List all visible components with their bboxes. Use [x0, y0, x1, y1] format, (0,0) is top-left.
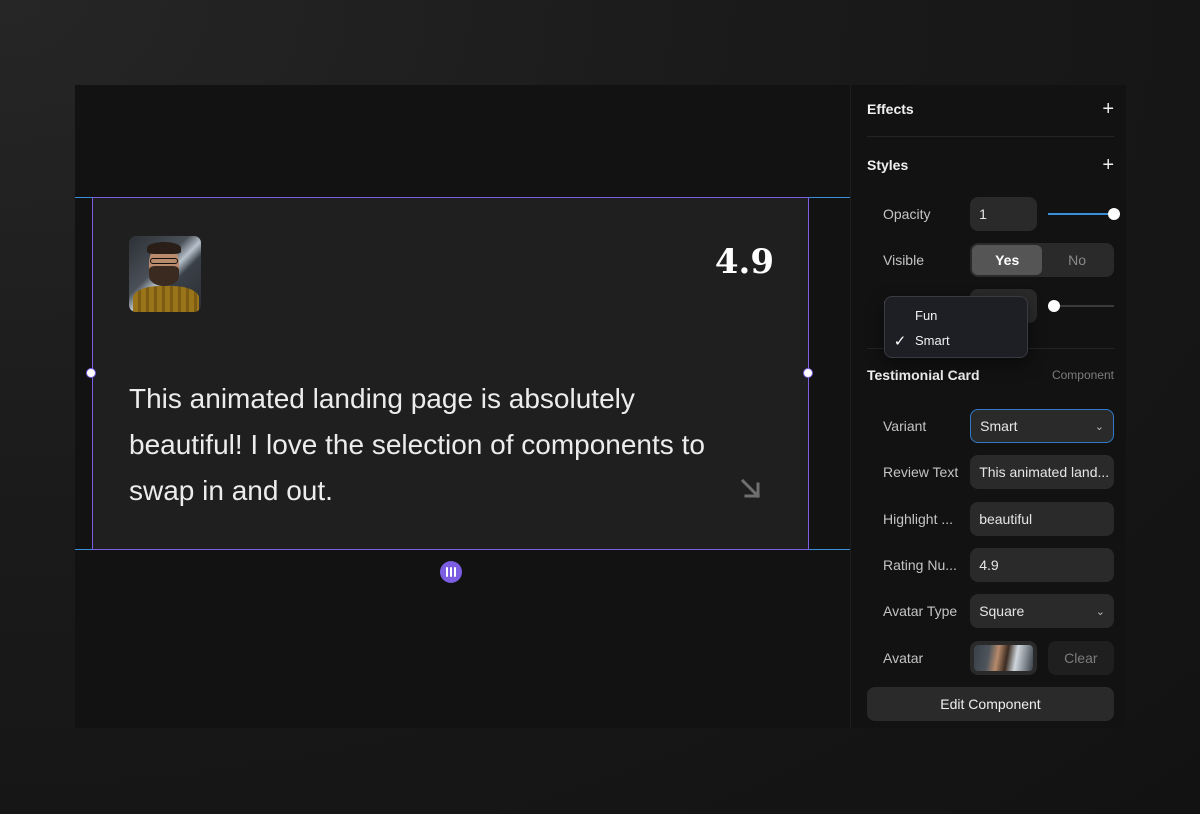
highlight-row: Highlight ... beautiful — [883, 502, 1114, 536]
visible-label: Visible — [883, 252, 924, 268]
checkmark-icon: ✓ — [893, 332, 907, 350]
avatar-type-row: Avatar Type Square ⌄ — [883, 594, 1114, 628]
resize-handle-left[interactable] — [86, 368, 96, 378]
avatar-hair — [147, 242, 181, 254]
effects-section-header: Effects + — [867, 99, 1114, 119]
add-effect-icon[interactable]: + — [1102, 99, 1114, 119]
component-section-header: Testimonial Card Component — [867, 367, 1114, 383]
avatar-type-value: Square — [979, 603, 1025, 619]
opacity-slider[interactable] — [1047, 207, 1120, 221]
rotation-slider[interactable] — [1047, 299, 1114, 313]
avatar-type-label: Avatar Type — [883, 603, 958, 619]
avatar-glasses — [150, 258, 178, 264]
variant-value: Smart — [980, 418, 1018, 434]
avatar-thumbnail[interactable] — [970, 641, 1037, 675]
effects-title: Effects — [867, 101, 914, 117]
grip-bar — [454, 567, 456, 577]
resize-handle-right[interactable] — [803, 368, 813, 378]
styles-title: Styles — [867, 157, 909, 173]
opacity-row: Opacity 1 — [883, 197, 1120, 231]
drag-handle[interactable] — [440, 561, 462, 583]
arrow-down-right-icon — [740, 478, 761, 499]
variant-label: Variant — [883, 418, 927, 434]
slider-thumb[interactable] — [1108, 208, 1120, 220]
variant-dropdown-menu: Fun ✓ Smart — [884, 296, 1028, 358]
grip-bar — [446, 567, 448, 577]
visible-row: Visible Yes No — [883, 243, 1114, 277]
avatar-shirt — [133, 286, 199, 312]
visible-toggle[interactable]: Yes No — [970, 243, 1114, 277]
variant-row: Variant Smart ⌄ — [883, 409, 1114, 443]
review-text-row: Review Text This animated land... — [883, 455, 1114, 489]
review-text-input[interactable]: This animated land... — [970, 455, 1114, 489]
slider-fill — [1047, 213, 1114, 215]
design-canvas[interactable]: 4.9 This animated landing page is absolu… — [75, 85, 850, 728]
avatar — [129, 236, 201, 312]
opacity-input[interactable]: 1 — [970, 197, 1037, 231]
divider — [867, 136, 1114, 137]
variant-option-label: Fun — [915, 308, 938, 323]
rating-number-row: Rating Nu... 4.9 — [883, 548, 1114, 582]
highlight-input[interactable]: beautiful — [970, 502, 1114, 536]
properties-panel: Effects + Styles + Opacity 1 Visible Yes… — [850, 85, 1126, 728]
avatar-row: Avatar Clear — [883, 641, 1114, 675]
avatar-thumbnail-image — [974, 645, 1033, 671]
variant-option-label: Smart — [915, 333, 950, 348]
slider-thumb[interactable] — [1047, 300, 1060, 312]
grip-bar — [450, 567, 452, 577]
component-tag: Component — [1051, 368, 1114, 382]
review-text: This animated landing page is absolutely… — [129, 383, 705, 506]
visible-no-option[interactable]: No — [1042, 245, 1112, 275]
rating-number-label: Rating Nu... — [883, 557, 957, 573]
rating-number-input[interactable]: 4.9 — [970, 548, 1114, 582]
highlight-label: Highlight ... — [883, 511, 954, 527]
styles-section-header: Styles + — [867, 155, 1114, 175]
variant-option-fun[interactable]: Fun — [885, 303, 1027, 328]
chevron-down-icon: ⌄ — [1095, 605, 1105, 618]
visible-yes-option[interactable]: Yes — [972, 245, 1043, 275]
opacity-label: Opacity — [883, 206, 931, 222]
clear-avatar-button[interactable]: Clear — [1047, 641, 1114, 675]
variant-select[interactable]: Smart ⌄ — [970, 409, 1114, 443]
chevron-down-icon: ⌄ — [1094, 420, 1104, 433]
avatar-label: Avatar — [883, 650, 924, 666]
editor-frame: 4.9 This animated landing page is absolu… — [75, 85, 1126, 728]
rating-number: 4.9 — [714, 242, 774, 282]
review-text-label: Review Text — [883, 464, 959, 480]
avatar-beard — [149, 266, 179, 286]
variant-option-smart[interactable]: ✓ Smart — [885, 328, 1027, 353]
avatar-type-select[interactable]: Square ⌄ — [970, 594, 1114, 628]
add-style-icon[interactable]: + — [1102, 155, 1114, 175]
edit-component-button[interactable]: Edit Component — [867, 687, 1114, 721]
component-title: Testimonial Card — [867, 367, 980, 383]
testimonial-card[interactable]: 4.9 This animated landing page is absolu… — [92, 197, 809, 550]
